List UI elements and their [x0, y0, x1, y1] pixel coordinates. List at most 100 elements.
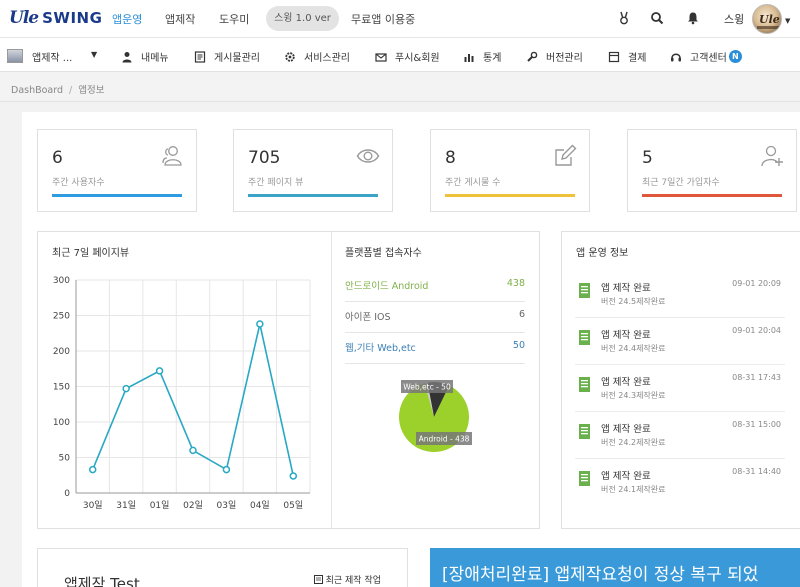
y-tick-label: 250 — [53, 312, 70, 322]
user-icon — [122, 51, 132, 62]
subnav-item-support[interactable]: 고객센터 N — [670, 49, 742, 64]
subnav-item-label: 버전관리 — [546, 53, 583, 64]
app-info-row[interactable]: 앱 제작 완료 버전 24.4제작완료 09-01 20:04 — [575, 318, 785, 365]
users-icon — [162, 146, 182, 166]
platform-pie-chart: Web,etc - 50 Android - 438 — [399, 380, 472, 452]
topnav-item-build[interactable]: 앱제작 — [165, 11, 195, 27]
bar-chart-icon — [464, 53, 474, 62]
app-info-title: 앱 운영 정보 — [576, 248, 629, 259]
app-info-row[interactable]: 앱 제작 완료 버전 24.3제작완료 08-31 17:43 — [575, 365, 785, 412]
free-trial-label[interactable]: 무료앱 이용중 — [351, 11, 415, 27]
app-info-row[interactable]: 앱 제작 완료 버전 24.1제작완료 08-31 14:40 — [575, 459, 785, 506]
subnav-item-stats[interactable]: 통계 — [463, 49, 501, 64]
app-info-row-time: 08-31 14:40 — [732, 467, 781, 476]
platform-name: 웹,기타 Web,etc — [345, 343, 416, 354]
stat-card-weekly-posts: 8 주간 게시물 수 — [430, 129, 590, 212]
subnav-item-label: 서비스관리 — [304, 53, 350, 64]
stat-card-weekly-pageviews: 705 주간 페이지 뷰 — [233, 129, 393, 212]
svg-text:Ule: Ule — [759, 13, 780, 26]
recent-work-link[interactable]: 최근 제작 작업 — [313, 573, 381, 586]
pie-slice-label: Android - 438 — [419, 435, 470, 444]
wrench-icon — [527, 51, 538, 62]
x-tick-label: 31일 — [116, 500, 136, 511]
stat-label: 주간 사용자수 — [52, 178, 105, 188]
stat-bar — [248, 194, 378, 197]
document-icon — [579, 283, 590, 298]
subnav-item-versions[interactable]: 버전관리 — [526, 49, 583, 64]
app-info-row[interactable]: 앱 제작 완료 버전 24.2제작완료 08-31 15:00 — [575, 412, 785, 459]
app-info-row-title: 앱 제작 완료 — [601, 424, 651, 435]
avatar-logo-icon: Ule — [757, 13, 780, 29]
chevron-down-icon: ▼ — [91, 50, 98, 59]
version-badge[interactable]: 스윙 1.0 ver — [266, 6, 339, 31]
app-selector[interactable]: 앱제작 ... ▼ — [7, 46, 103, 66]
app-info-row-title: 앱 제작 완료 — [601, 471, 651, 482]
topnav-item-help[interactable]: 도우미 — [219, 11, 249, 27]
stat-bar — [445, 194, 575, 197]
app-selector-label: 앱제작 ... — [32, 52, 73, 64]
app-info-row-sub: 버전 24.4제작완료 — [601, 344, 666, 353]
stat-value: 5 — [642, 148, 653, 168]
platform-name: 아이폰 IOS — [345, 312, 391, 323]
y-tick-label: 0 — [64, 489, 70, 499]
search-icon[interactable] — [650, 11, 664, 25]
chevron-down-icon[interactable]: ▼ — [785, 17, 790, 25]
subnav-item-services[interactable]: 서비스관리 — [284, 49, 350, 64]
x-tick-label: 03일 — [217, 500, 237, 511]
subnav-item-label: 통계 — [483, 53, 502, 64]
app-info-row-title: 앱 제작 완료 — [601, 330, 651, 341]
brand-logo[interactable]: Ule SWING — [9, 8, 102, 28]
edit-icon — [555, 144, 577, 166]
avatar[interactable]: Ule — [752, 4, 782, 34]
awards-icon[interactable] — [617, 11, 631, 25]
data-point — [222, 465, 231, 474]
app-info-row[interactable]: 앱 제작 완료 버전 24.5제작완료 09-01 20:09 — [575, 271, 785, 318]
stat-bar — [52, 194, 182, 197]
recent-work-label: 최근 제작 작업 — [325, 576, 381, 586]
notice-banner[interactable]: [장애처리완료] 앱제작요청이 정상 복구 되었 — [430, 548, 800, 587]
platform-row-android: 안드로이드 Android 438 — [345, 271, 525, 302]
subnav-item-push-members[interactable]: 푸시&회원 — [375, 49, 440, 64]
user-name[interactable]: 스윙 — [724, 11, 744, 27]
platform-value: 6 — [518, 309, 525, 320]
y-tick-label: 150 — [53, 383, 70, 393]
x-tick-label: 02일 — [183, 500, 203, 511]
topnav-item-operate[interactable]: 앱운영 — [112, 11, 142, 27]
app-info-row-time: 08-31 15:00 — [732, 420, 781, 429]
app-info-row-sub: 버전 24.2제작완료 — [601, 438, 666, 447]
platform-value: 438 — [506, 278, 525, 289]
subnav-item-my-menu[interactable]: 내메뉴 — [121, 49, 169, 64]
app-info-row-title: 앱 제작 완료 — [601, 377, 651, 388]
bell-icon[interactable] — [686, 11, 700, 25]
card-icon — [608, 51, 620, 62]
pageview-title: 최근 7일 페이지뷰 — [52, 248, 130, 259]
pageview-chart: 0 50 100 150 200 250 300 30일 31일 01일 02일 03일 04일 05일 — [38, 268, 318, 518]
y-tick-label: 100 — [53, 418, 70, 428]
data-point — [189, 446, 197, 455]
subnav-item-label: 게시물관리 — [214, 53, 260, 64]
data-point — [289, 472, 298, 480]
pie-slice-label: Web,etc - 50 — [403, 383, 451, 392]
breadcrumb-root[interactable]: DashBoard — [11, 85, 63, 96]
stat-bar — [642, 194, 782, 197]
x-tick-label: 30일 — [83, 500, 103, 511]
stat-value: 705 — [248, 148, 281, 168]
platform-name: 안드로이드 Android — [345, 281, 429, 292]
document-icon — [313, 575, 323, 584]
app-info-row-time: 09-01 20:09 — [732, 279, 781, 288]
subnav-item-payment[interactable]: 결제 — [608, 49, 646, 64]
app-info-row-time: 08-31 17:43 — [732, 373, 781, 382]
stat-value: 8 — [445, 148, 456, 168]
y-tick-label: 300 — [53, 276, 70, 286]
app-info-row-sub: 버전 24.1제작완료 — [601, 485, 666, 494]
stat-label: 주간 게시물 수 — [445, 178, 501, 188]
document-icon — [579, 424, 590, 439]
document-icon — [579, 377, 590, 392]
platform-value: 50 — [512, 340, 525, 351]
stat-card-recent-signups: 5 최근 7일간 가입자수 — [627, 129, 797, 212]
gear-icon — [285, 51, 295, 62]
x-tick-label: 01일 — [150, 500, 170, 511]
user-add-icon — [761, 145, 783, 167]
subnav-item-posts[interactable]: 게시물관리 — [194, 49, 260, 64]
pageview-chart-svg: 0 50 100 150 200 250 300 30일 31일 01일 02일 03일 04일 05일 — [53, 276, 311, 511]
